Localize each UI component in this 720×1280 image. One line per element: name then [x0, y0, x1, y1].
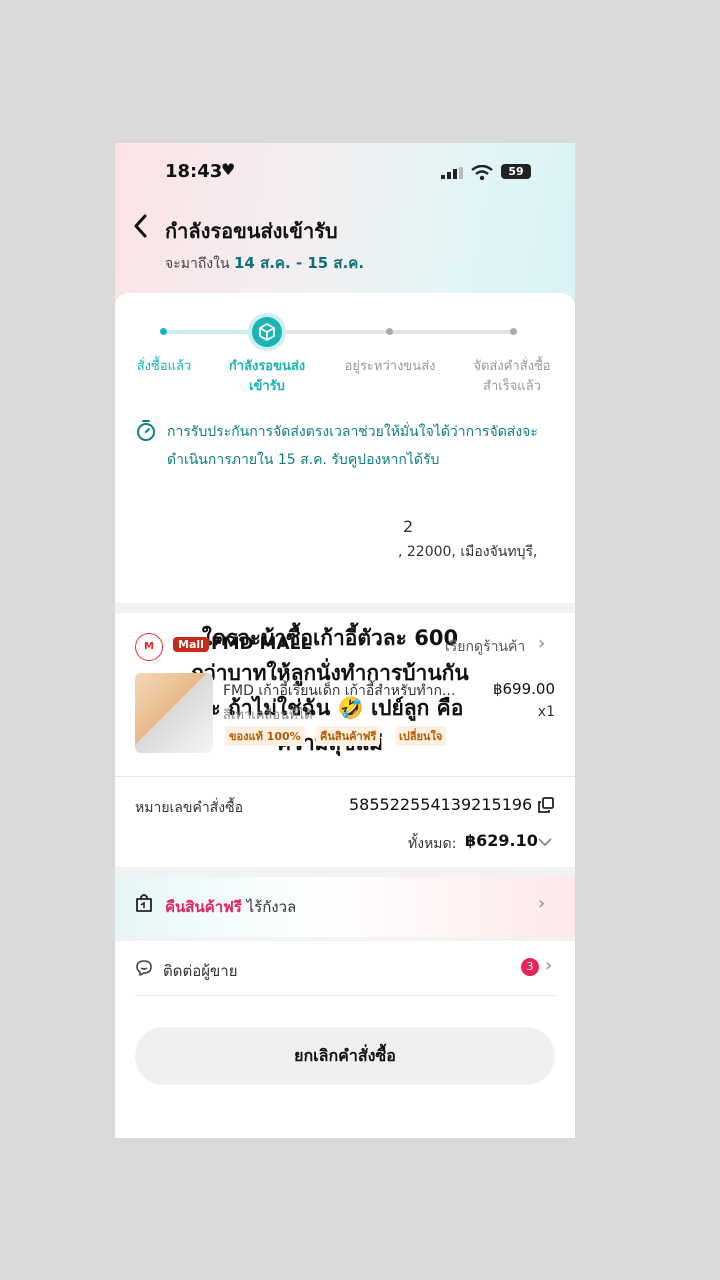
clock: 18:43: [165, 161, 223, 182]
free-return-caption: ไร้กังวล: [246, 898, 297, 916]
back-arrow-icon[interactable]: [133, 213, 149, 239]
address-fragment: 2: [403, 517, 414, 536]
heart-icon: ♥: [221, 160, 236, 179]
timer-icon: [137, 420, 155, 441]
free-return-text: คืนสินค้าฟรี ไร้กังวล: [165, 895, 296, 919]
step-dot-ordered: [160, 328, 167, 335]
page-title: กำลังรอขนส่งเข้ารับ: [165, 219, 338, 243]
shopping-bag-icon: [136, 894, 152, 912]
copy-icon[interactable]: [538, 797, 554, 813]
eta-prefix: จะมาถึงใน: [165, 256, 230, 272]
package-icon: [252, 317, 282, 347]
chevron-down-icon[interactable]: [538, 837, 552, 847]
contact-seller[interactable]: ติดต่อผู้ขาย: [163, 959, 238, 983]
step-label-awaiting-pickup: กำลังรอขนส่ง เข้ารับ: [228, 359, 306, 394]
progress-track: [163, 330, 515, 334]
step-label-delivered: จัดส่งคำสั่งซื้อ สำเร็จแล้ว: [473, 359, 551, 394]
step-dot-in-transit: [386, 328, 393, 335]
chevron-right-icon[interactable]: ›: [538, 633, 545, 654]
shop-name[interactable]: FMD MALL: [211, 634, 311, 654]
product-name[interactable]: FMD เก้าอี้เรียนเด็ก เก้าอี้สำหรับทำก...: [223, 680, 455, 702]
order-detail-screen: 18:43 ♥ 59 กำลังรอขนส่งเข้ารับ จะมาถึงใน…: [115, 143, 575, 1138]
product-image[interactable]: [135, 673, 213, 753]
view-shop-link[interactable]: เรียกดูร้านค้า: [445, 636, 525, 658]
order-number: 585522554139215196: [349, 795, 533, 814]
product-quantity: x1: [537, 704, 555, 720]
total-label: ทั้งหมด:: [408, 836, 457, 852]
unread-badge: 3: [521, 958, 539, 976]
tag-change-mind: เปลี่ยนใจ: [395, 726, 447, 746]
chat-icon: [136, 960, 152, 976]
section-divider: [115, 867, 575, 877]
total-amount[interactable]: ฿629.10: [465, 831, 538, 850]
chevron-right-icon[interactable]: ›: [538, 893, 545, 914]
notice-text: การรับประกันการจัดส่งตรงเวลาช่วยให้มั่นใ…: [167, 424, 538, 468]
status-bar: 18:43 ♥ 59: [115, 160, 575, 187]
address-line: , 22000, เมืองจันทบุรี,: [398, 544, 538, 560]
delivery-eta: จะมาถึงใน 14 ส.ค. - 15 ส.ค.: [165, 251, 364, 275]
chevron-right-icon[interactable]: ›: [545, 955, 552, 976]
tag-authentic: ของแท้ 100%: [225, 726, 305, 746]
wifi-icon: [471, 165, 493, 181]
shop-logo[interactable]: M: [135, 633, 163, 661]
signal-icon: [441, 167, 463, 179]
step-label-in-transit: อยู่ระหว่างขนส่ง: [344, 359, 436, 374]
step-label-ordered: สั่งซื้อแล้ว: [136, 359, 192, 374]
cancel-order-button[interactable]: ยกเลิกคำสั่งซื้อ: [135, 1027, 555, 1085]
divider: [135, 995, 555, 996]
order-number-label: หมายเลขคำสั่งซื้อ: [135, 800, 243, 816]
divider: [115, 776, 575, 777]
product-variant: สีเทาเคลื่อนที่ได้: [223, 708, 313, 723]
progress-fill: [163, 330, 263, 334]
eta-range: 14 ส.ค. - 15 ส.ค.: [233, 254, 365, 272]
step-dot-delivered: [510, 328, 517, 335]
free-return-highlight: คืนสินค้าฟรี: [165, 898, 242, 916]
mall-badge: Mall: [173, 637, 209, 652]
product-price: ฿699.00: [492, 680, 555, 698]
battery-icon: 59: [501, 164, 531, 179]
tag-free-return: คืนสินค้าฟรี: [316, 726, 381, 746]
section-divider: [115, 603, 575, 613]
section-divider: [115, 937, 575, 941]
